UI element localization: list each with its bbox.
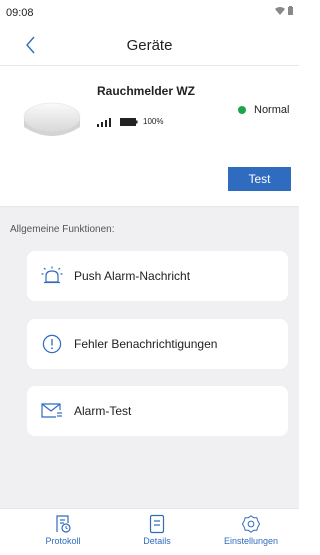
alarm-test-card[interactable]: Alarm-Test	[27, 386, 288, 436]
push-alarm-label: Push Alarm-Nachricht	[74, 269, 191, 283]
tab-einstellungen-label: Einstellungen	[223, 536, 279, 546]
status-bar: 09:08	[0, 0, 299, 24]
tab-protokoll-label: Protokoll	[45, 536, 81, 546]
battery-status-icon	[288, 6, 293, 15]
tab-details[interactable]: Details	[117, 514, 197, 546]
envelope-icon	[41, 400, 63, 422]
functions-panel: Allgemeine Funktionen: Push Alarm-Nachri…	[0, 206, 299, 508]
status-label: Normal	[254, 104, 290, 116]
status-time: 09:08	[6, 7, 34, 19]
alarm-bell-icon	[41, 265, 63, 287]
status-dot	[238, 106, 246, 114]
log-icon	[56, 515, 71, 533]
battery-icon	[120, 118, 138, 126]
device-status: Normal	[238, 104, 289, 116]
document-icon	[149, 514, 165, 534]
tab-protokoll[interactable]: Protokoll	[23, 514, 103, 546]
battery-level: 100%	[143, 117, 164, 126]
push-alarm-card[interactable]: Push Alarm-Nachricht	[27, 251, 288, 301]
tab-bar: Protokoll Details Einstellungen	[0, 508, 299, 555]
page-title: Geräte	[126, 37, 173, 54]
device-summary: Rauchmelder WZ Normal 100% Test	[0, 67, 299, 206]
signal-strength-icon	[97, 118, 111, 127]
exclamation-circle-icon	[41, 333, 63, 355]
test-button[interactable]: Test	[228, 167, 291, 191]
gear-icon	[242, 515, 260, 533]
smoke-detector-image	[23, 102, 81, 136]
tab-einstellungen[interactable]: Einstellungen	[211, 514, 291, 546]
tab-details-label: Details	[143, 536, 171, 546]
alarm-test-label: Alarm-Test	[74, 404, 132, 418]
wifi-icon	[275, 6, 285, 15]
section-heading: Allgemeine Funktionen:	[10, 224, 115, 235]
nav-bar: Geräte	[0, 24, 299, 66]
error-notifications-label: Fehler Benachrichtigungen	[74, 337, 218, 351]
error-notifications-card[interactable]: Fehler Benachrichtigungen	[27, 319, 288, 369]
device-name: Rauchmelder WZ	[97, 84, 196, 98]
status-icons	[275, 6, 293, 15]
